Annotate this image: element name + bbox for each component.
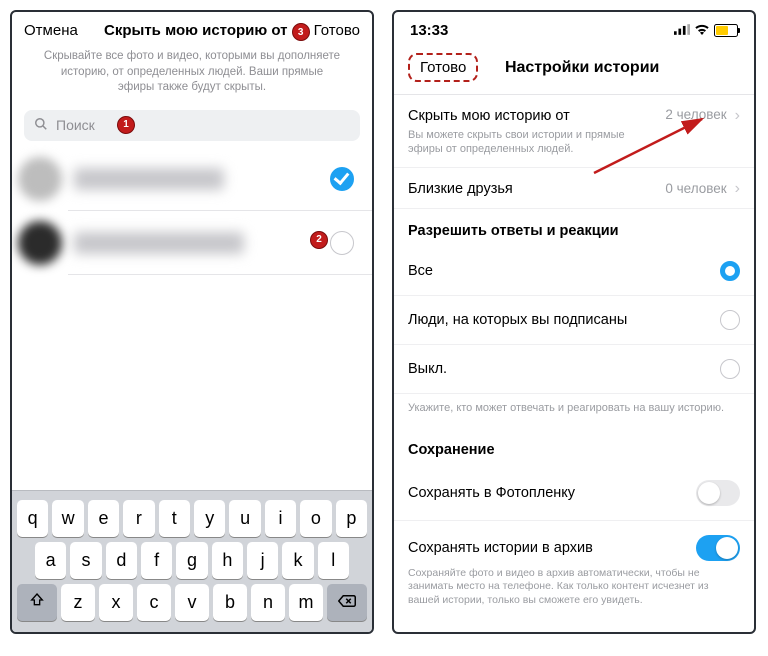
cancel-button[interactable]: Отмена <box>24 22 78 39</box>
search-icon <box>34 117 48 134</box>
search-input[interactable]: Поиск 1 <box>24 110 360 141</box>
checkbox-selected-icon[interactable] <box>330 167 354 191</box>
key-g[interactable]: g <box>176 542 207 579</box>
avatar <box>18 221 62 265</box>
close-friends-row[interactable]: Близкие друзья 0 человек › <box>394 168 754 209</box>
option-label: Люди, на которых вы подписаны <box>408 312 627 328</box>
key-c[interactable]: c <box>137 584 171 621</box>
row-label: Сохранять истории в архив <box>408 540 593 556</box>
section-title-replies: Разрешить ответы и реакции <box>394 209 754 247</box>
key-x[interactable]: x <box>99 584 133 621</box>
radio-icon[interactable] <box>720 310 740 330</box>
option-label: Выкл. <box>408 361 447 377</box>
key-f[interactable]: f <box>141 542 172 579</box>
signal-icon <box>674 23 690 38</box>
avatar <box>18 157 62 201</box>
battery-icon <box>714 24 738 37</box>
navbar: Отмена Скрыть мою историю от Готово 3 <box>12 12 372 45</box>
wifi-icon <box>694 23 710 38</box>
key-i[interactable]: i <box>265 500 296 537</box>
key-s[interactable]: s <box>70 542 101 579</box>
option-all[interactable]: Все <box>394 247 754 296</box>
row-subtitle: Вы можете скрыть свои истории и прямые э… <box>408 128 648 157</box>
row-label: Близкие друзья <box>408 181 513 197</box>
annotation-badge-1: 1 <box>117 116 135 134</box>
option-off[interactable]: Выкл. <box>394 345 754 394</box>
toggle-on[interactable] <box>696 535 740 561</box>
save-archive-row[interactable]: Сохранять истории в архив <box>394 521 754 567</box>
username-blurred <box>74 168 224 190</box>
username-blurred <box>74 232 244 254</box>
option-label: Все <box>408 263 433 279</box>
navbar: Готово Настройки истории <box>394 43 754 95</box>
key-w[interactable]: w <box>52 500 83 537</box>
list-item[interactable]: 2 <box>12 211 372 275</box>
row-label: Скрыть мою историю от <box>408 108 570 124</box>
description-text: Скрывайте все фото и видео, которыми вы … <box>12 45 372 110</box>
key-y[interactable]: y <box>194 500 225 537</box>
user-list: 2 <box>12 147 372 275</box>
backspace-key[interactable] <box>327 584 367 621</box>
key-v[interactable]: v <box>175 584 209 621</box>
key-l[interactable]: l <box>318 542 349 579</box>
option-following[interactable]: Люди, на которых вы подписаны <box>394 296 754 345</box>
page-title: Скрыть мою историю от <box>78 22 314 39</box>
search-placeholder: Поиск <box>56 117 95 133</box>
key-h[interactable]: h <box>212 542 243 579</box>
screenshot-hide-story: Отмена Скрыть мою историю от Готово 3 Ск… <box>10 10 374 634</box>
key-e[interactable]: e <box>88 500 119 537</box>
key-b[interactable]: b <box>213 584 247 621</box>
replies-note: Укажите, кто может отвечать и реагироват… <box>394 394 754 428</box>
row-label: Сохранять в Фотопленку <box>408 485 575 501</box>
key-p[interactable]: p <box>336 500 367 537</box>
key-d[interactable]: d <box>106 542 137 579</box>
key-j[interactable]: j <box>247 542 278 579</box>
key-a[interactable]: a <box>35 542 66 579</box>
checkbox-empty-icon[interactable] <box>330 231 354 255</box>
key-r[interactable]: r <box>123 500 154 537</box>
status-bar: 13:33 <box>394 12 754 43</box>
annotation-badge-3: 3 <box>292 23 310 41</box>
chevron-right-icon: › <box>735 180 740 198</box>
key-m[interactable]: m <box>289 584 323 621</box>
screenshot-story-settings: 13:33 Готово Настройки истории Скрыть мо… <box>392 10 756 634</box>
done-label: Готово <box>314 22 360 39</box>
key-q[interactable]: q <box>17 500 48 537</box>
section-title-saving: Сохранение <box>394 428 754 466</box>
row-value: 0 человек <box>665 181 726 196</box>
page-title: Настройки истории <box>424 59 740 77</box>
archive-subtitle: Сохраняйте фото и видео в архив автомати… <box>394 567 754 618</box>
radio-selected-icon[interactable] <box>720 261 740 281</box>
annotation-badge-2: 2 <box>310 231 328 249</box>
shift-key[interactable] <box>17 584 57 621</box>
chevron-right-icon: › <box>735 107 740 125</box>
key-t[interactable]: t <box>159 500 190 537</box>
key-u[interactable]: u <box>229 500 260 537</box>
toggle-off[interactable] <box>696 480 740 506</box>
done-button[interactable]: Готово 3 <box>314 22 360 39</box>
status-time: 13:33 <box>410 22 448 39</box>
key-z[interactable]: z <box>61 584 95 621</box>
row-value: 2 человек <box>665 107 726 122</box>
keyboard: qwertyuiop asdfghjkl zxcvbnm <box>12 490 372 632</box>
radio-icon[interactable] <box>720 359 740 379</box>
hide-story-row[interactable]: Скрыть мою историю от Вы можете скрыть с… <box>394 95 754 168</box>
list-item[interactable] <box>12 147 372 211</box>
key-n[interactable]: n <box>251 584 285 621</box>
key-k[interactable]: k <box>282 542 313 579</box>
key-o[interactable]: o <box>300 500 331 537</box>
save-camera-roll-row[interactable]: Сохранять в Фотопленку <box>394 466 754 521</box>
